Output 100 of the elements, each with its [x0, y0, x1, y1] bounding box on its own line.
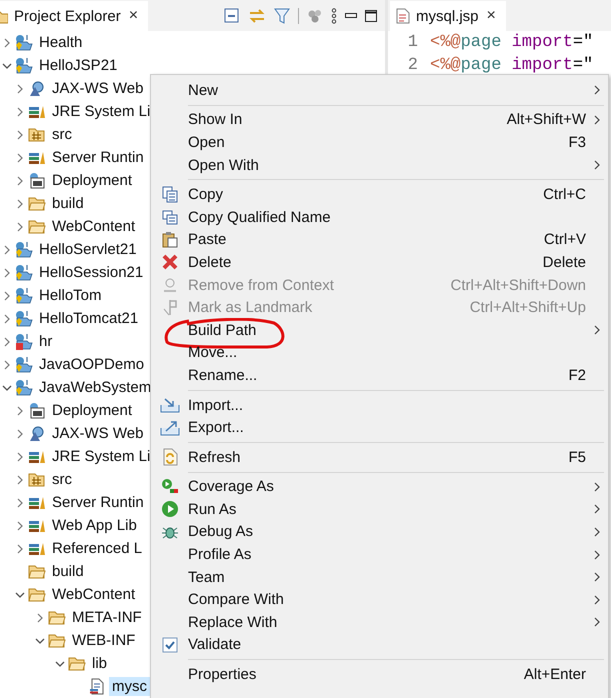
code-line: <%@page import=": [430, 33, 594, 52]
tree-item[interactable]: hr: [36, 332, 56, 351]
project-icon: [15, 34, 33, 51]
menu-item[interactable]: Properties Alt+Enter: [151, 663, 608, 686]
remove-icon: [162, 277, 178, 294]
menu-item[interactable]: Move...: [151, 342, 608, 364]
tree-item[interactable]: Web App Lib: [49, 516, 140, 535]
tree-item[interactable]: build: [49, 562, 87, 581]
project-icon: [15, 379, 33, 396]
tree-item[interactable]: HelloTom: [36, 286, 105, 305]
tree-item[interactable]: HelloServlet21: [36, 240, 140, 259]
tree-item[interactable]: src: [49, 470, 75, 489]
folder-icon: [28, 219, 46, 234]
close-button[interactable]: ×: [126, 7, 140, 25]
copy-icon: [162, 210, 178, 225]
refresh-icon: [162, 448, 178, 466]
library-icon: [28, 495, 46, 510]
library-icon: [28, 104, 46, 119]
tree-item[interactable]: lib: [89, 654, 110, 673]
view-menu-icon[interactable]: [331, 8, 337, 24]
tree-item[interactable]: src: [49, 125, 75, 144]
tree-item[interactable]: HelloJSP21: [36, 56, 120, 75]
menu-item[interactable]: Refresh F5: [151, 446, 608, 468]
menu-item[interactable]: Delete Delete: [151, 251, 608, 274]
project-icon: [15, 287, 33, 304]
source-folder-icon: [28, 472, 46, 487]
deployment-icon: [28, 402, 46, 419]
tree-item[interactable]: WebContent: [49, 217, 138, 236]
filter-icon[interactable]: [274, 8, 290, 24]
tree-item[interactable]: Server Runtin: [49, 148, 147, 167]
menu-item[interactable]: Validate: [151, 634, 608, 656]
tree-item[interactable]: Health: [36, 33, 86, 52]
paste-icon: [162, 231, 178, 248]
tree-item[interactable]: JRE System Li: [49, 102, 154, 121]
library-icon: [28, 518, 46, 533]
menu-item[interactable]: Profile As: [151, 543, 608, 566]
export-icon: [160, 420, 180, 436]
web-service-icon: [28, 80, 46, 96]
tree-item[interactable]: JAX-WS Web: [49, 424, 146, 443]
menu-item[interactable]: Open F3: [151, 131, 608, 154]
minimize-icon[interactable]: [345, 13, 357, 19]
line-number: 1: [406, 33, 419, 52]
tree-item[interactable]: HelloTomcat21: [36, 309, 142, 328]
project-error-icon: [15, 333, 33, 350]
menu-item[interactable]: New: [151, 79, 608, 102]
menu-item[interactable]: Compare With: [151, 588, 608, 612]
tab-title: mysql.jsp: [416, 8, 479, 24]
menu-item[interactable]: Open With: [151, 154, 608, 176]
tree-item[interactable]: Referenced L: [49, 539, 146, 558]
project-icon: [15, 264, 33, 281]
close-button[interactable]: ×: [484, 7, 498, 25]
tree-item[interactable]: Deployment: [49, 171, 136, 190]
source-folder-icon: [28, 127, 46, 142]
library-icon: [28, 150, 46, 165]
folder-icon: [28, 587, 46, 602]
folder-icon: [68, 656, 86, 671]
tree-item[interactable]: META-INF: [69, 608, 145, 627]
line-number: 2: [406, 56, 419, 75]
import-icon: [160, 397, 180, 414]
project-explorer-tab[interactable]: Project Explorer ×: [0, 1, 148, 31]
tree-item[interactable]: HelloSession21: [36, 263, 146, 282]
menu-item[interactable]: Debug As: [151, 520, 608, 544]
tree-item[interactable]: JRE System Li: [49, 447, 154, 466]
project-icon: [15, 57, 33, 74]
tree-item[interactable]: Deployment: [49, 401, 136, 420]
menu-item[interactable]: Show In Alt+Shift+W: [151, 108, 608, 132]
tree-item[interactable]: build: [49, 194, 87, 213]
menu-item[interactable]: Copy Ctrl+C: [151, 183, 608, 206]
tab-title: Project Explorer: [14, 8, 121, 24]
dots-icon[interactable]: [307, 8, 323, 24]
folder-icon: [48, 610, 66, 625]
project-icon: [15, 356, 33, 373]
tree-item[interactable]: Server Runtin: [49, 493, 147, 512]
library-icon: [28, 541, 46, 556]
editor-tab[interactable]: mysql.jsp ×: [390, 1, 506, 31]
menu-item[interactable]: Run As: [151, 498, 608, 521]
landmark-icon: [162, 299, 178, 316]
library-icon: [28, 449, 46, 464]
tree-item[interactable]: WEB-INF: [69, 631, 138, 650]
menu-item[interactable]: Paste Ctrl+V: [151, 228, 608, 252]
menu-item[interactable]: Replace With: [151, 611, 608, 634]
maximize-icon[interactable]: [365, 10, 377, 22]
collapse-all-icon[interactable]: [224, 8, 240, 24]
checkmark-icon: [162, 636, 178, 653]
deployment-icon: [28, 172, 46, 189]
menu-item[interactable]: Coverage As: [151, 476, 608, 498]
menu-item[interactable]: Team: [151, 566, 608, 588]
menu-item[interactable]: Copy Qualified Name: [151, 206, 608, 229]
menu-item[interactable]: Build Path: [151, 318, 608, 342]
delete-icon: [162, 254, 178, 270]
folder-icon: [28, 196, 46, 211]
run-icon: [160, 500, 178, 518]
tree-item[interactable]: JAX-WS Web: [49, 79, 146, 98]
menu-item[interactable]: Export...: [151, 416, 608, 439]
tree-item[interactable]: WebContent: [49, 585, 138, 604]
tree-item[interactable]: JavaOOPDemo: [36, 355, 148, 374]
copy-icon: [162, 186, 178, 204]
project-icon: [15, 241, 33, 258]
code-line: <%@page import=": [430, 56, 594, 75]
jar-file-icon: [89, 678, 105, 695]
